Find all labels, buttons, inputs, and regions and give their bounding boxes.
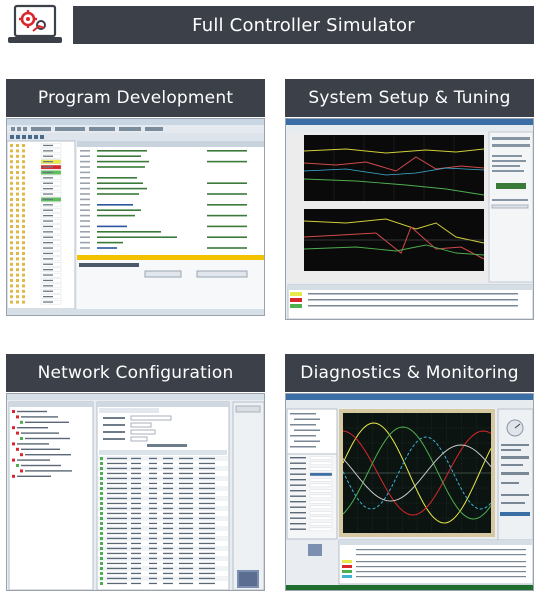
app-logo-icon <box>6 4 64 48</box>
frequency-response-plot-screenshot <box>285 118 534 320</box>
section-title-network-configuration: Network Configuration <box>6 354 265 392</box>
ide-editor-screenshot <box>6 118 265 316</box>
section-title-program-development: Program Development <box>6 79 265 117</box>
oscilloscope-waveform-screenshot <box>285 393 534 591</box>
page-title: Full Controller Simulator <box>73 6 534 44</box>
network-tree-table-screenshot <box>6 393 265 591</box>
section-title-diagnostics-monitoring: Diagnostics & Monitoring <box>285 354 534 392</box>
section-title-system-setup-tuning: System Setup & Tuning <box>285 79 534 117</box>
